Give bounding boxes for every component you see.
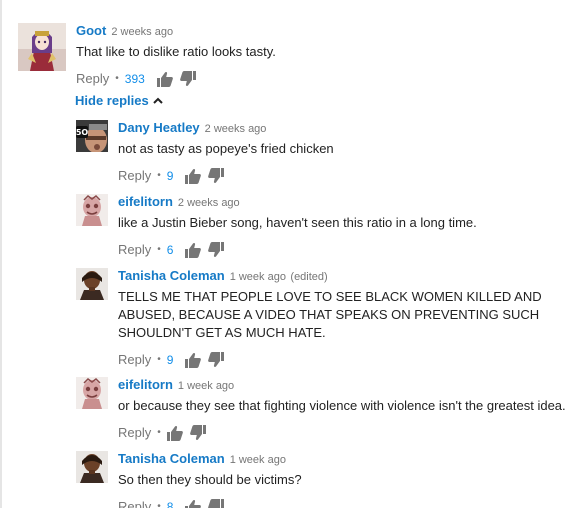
thumbs-down-icon[interactable] <box>189 425 206 441</box>
reply-text: or because they see that fighting violen… <box>118 398 566 413</box>
hide-replies-label: Hide replies <box>75 93 149 108</box>
reply-actions: Reply • 8 <box>118 497 302 508</box>
hide-replies-button[interactable]: Hide replies <box>75 91 163 110</box>
like-count: 9 <box>166 353 174 367</box>
comment-author[interactable]: Goot <box>76 23 106 38</box>
page-edge-divider <box>0 0 2 508</box>
reply-author[interactable]: eifelitorn <box>118 377 173 392</box>
reply-timestamp[interactable]: 1 week ago <box>178 380 234 392</box>
avatar[interactable] <box>76 451 108 483</box>
svg-text:5O: 5O <box>76 128 88 137</box>
separator-dot: • <box>157 244 161 255</box>
avatar[interactable] <box>76 194 108 226</box>
thumbs-down-icon[interactable] <box>208 499 225 508</box>
thumbs-down-icon[interactable] <box>208 352 225 368</box>
separator-dot: • <box>157 427 161 438</box>
reply-author[interactable]: eifelitorn <box>118 194 173 209</box>
reply-timestamp[interactable]: 1 week ago <box>230 271 286 283</box>
reply-timestamp[interactable]: 2 weeks ago <box>178 197 240 209</box>
reply-actions: Reply • 6 <box>118 240 477 260</box>
separator-dot: • <box>157 170 161 181</box>
separator-dot: • <box>157 501 161 508</box>
like-count: 393 <box>124 72 145 86</box>
reply-actions: Reply • 9 <box>118 166 334 186</box>
reply-actions: Reply • 9 <box>118 350 574 370</box>
reply-button[interactable]: Reply <box>118 423 151 443</box>
thumbs-down-icon[interactable] <box>179 71 196 87</box>
comment-text: That like to dislike ratio looks tasty. <box>76 44 276 59</box>
reply-text: So then they should be victims? <box>118 472 302 487</box>
reply-text: TELLS ME THAT PEOPLE LOVE TO SEE BLACK W… <box>118 289 542 340</box>
thumbs-down-icon[interactable] <box>208 242 225 258</box>
reply-timestamp[interactable]: 1 week ago <box>230 454 286 466</box>
like-count: 8 <box>166 500 174 508</box>
separator-dot: • <box>115 73 119 84</box>
thumbs-down-icon[interactable] <box>208 168 225 184</box>
avatar[interactable]: 5O <box>76 120 108 152</box>
reply-text: not as tasty as popeye's fried chicken <box>118 141 334 156</box>
reply-button[interactable]: Reply <box>118 240 151 260</box>
thumbs-up-icon[interactable] <box>185 242 202 258</box>
comment-actions: Reply • 393 <box>76 69 276 89</box>
reply-button[interactable]: Reply <box>76 69 109 89</box>
chevron-up-icon <box>152 91 163 109</box>
reply-author[interactable]: Dany Heatley <box>118 120 200 135</box>
thumbs-up-icon[interactable] <box>185 168 202 184</box>
thumbs-up-icon[interactable] <box>185 499 202 508</box>
avatar[interactable] <box>18 23 66 71</box>
reply-author[interactable]: Tanisha Coleman <box>118 268 225 283</box>
reply-author[interactable]: Tanisha Coleman <box>118 451 225 466</box>
thumbs-up-icon[interactable] <box>166 425 183 441</box>
reply-timestamp[interactable]: 2 weeks ago <box>205 123 267 135</box>
reply-actions: Reply • <box>118 423 566 443</box>
avatar[interactable] <box>76 268 108 300</box>
reply-button[interactable]: Reply <box>118 497 151 508</box>
reply-text: like a Justin Bieber song, haven't seen … <box>118 215 477 230</box>
comment-thread: Goot 2 weeks ago That like to dislike rat… <box>0 0 574 508</box>
separator-dot: • <box>157 354 161 365</box>
avatar[interactable] <box>76 377 108 409</box>
thumbs-up-icon[interactable] <box>185 352 202 368</box>
like-count: 9 <box>166 169 174 183</box>
thumbs-up-icon[interactable] <box>156 71 173 87</box>
reply-button[interactable]: Reply <box>118 166 151 186</box>
reply-button[interactable]: Reply <box>118 350 151 370</box>
edited-label: (edited) <box>290 271 328 283</box>
like-count: 6 <box>166 243 174 257</box>
comment-timestamp[interactable]: 2 weeks ago <box>111 26 173 38</box>
